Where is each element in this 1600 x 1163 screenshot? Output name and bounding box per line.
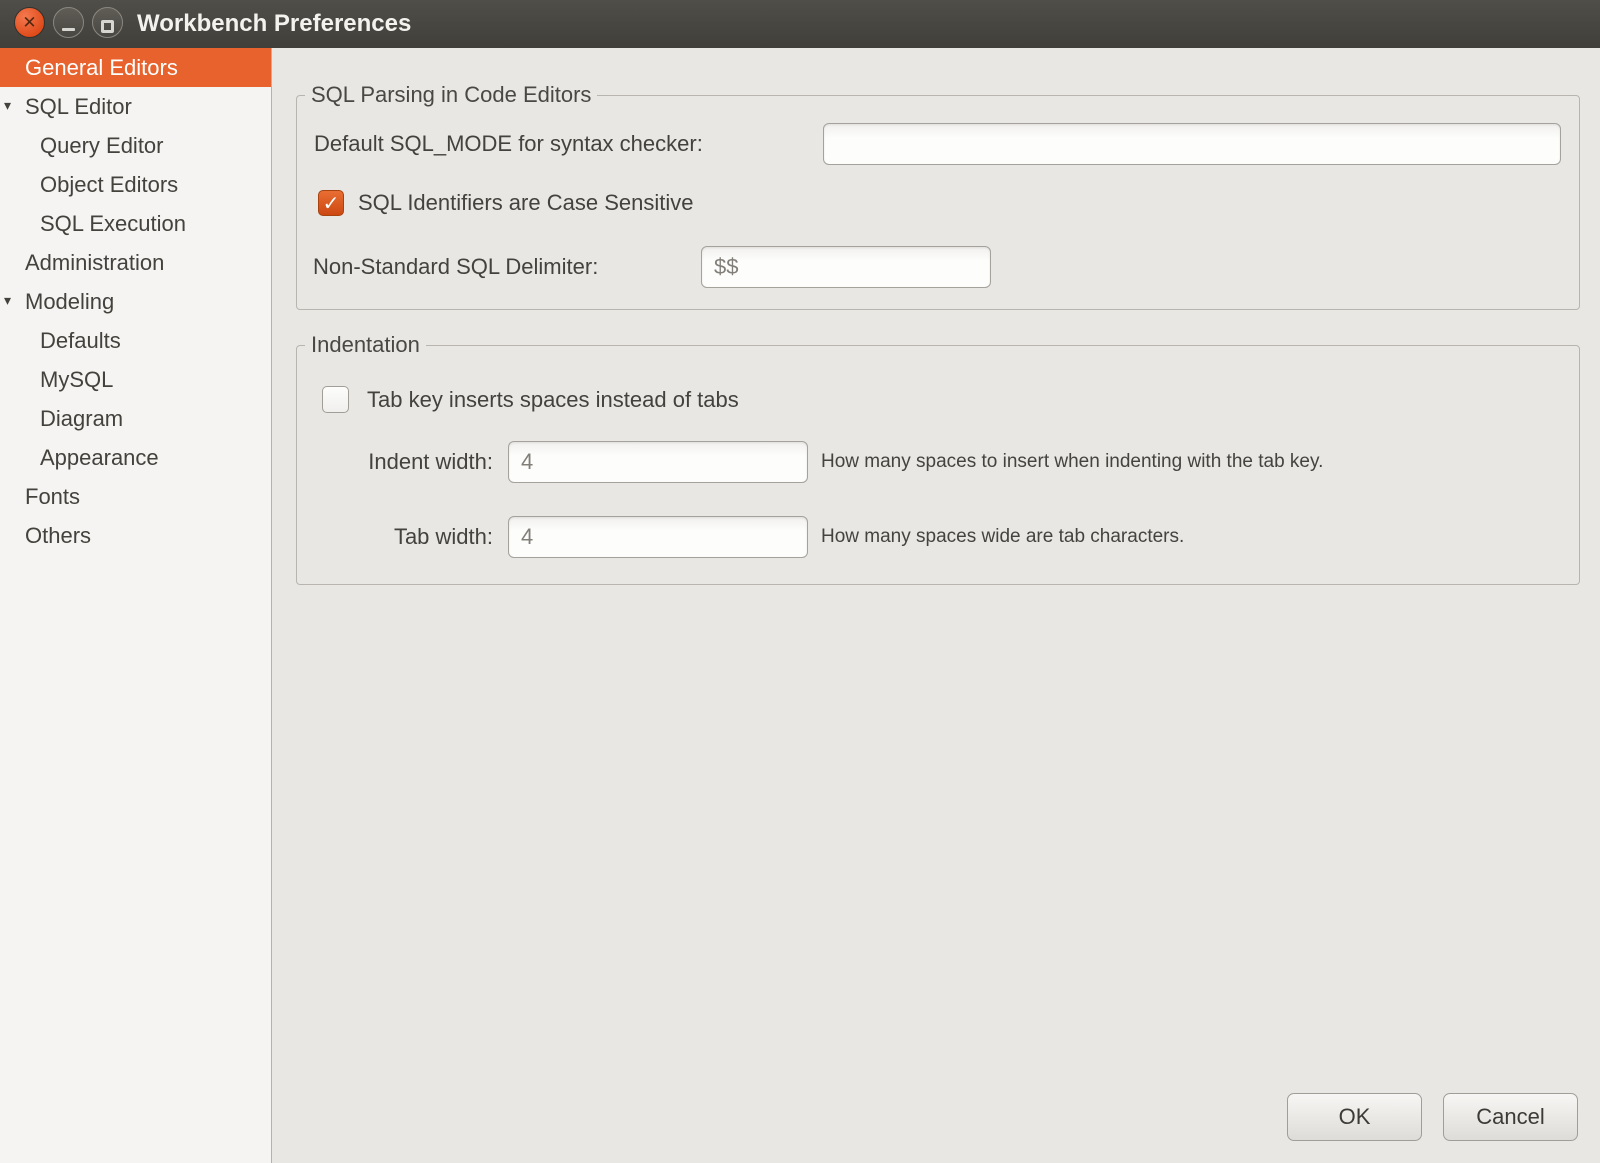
sidebar-item-label: Query Editor <box>0 126 271 165</box>
tab-spaces-checkbox[interactable]: ✓ <box>322 386 349 413</box>
sidebar-item-label: Administration <box>0 243 271 282</box>
case-sensitive-label: SQL Identifiers are Case Sensitive <box>358 190 693 216</box>
sql-parsing-group: SQL Parsing in Code Editors Default SQL_… <box>296 95 1580 310</box>
sidebar-item-mysql[interactable]: MySQL <box>0 360 271 399</box>
sidebar-item-diagram[interactable]: Diagram <box>0 399 271 438</box>
sidebar-item-sql-editor[interactable]: ▾SQL Editor <box>0 87 271 126</box>
sidebar-item-label: SQL Editor <box>0 87 271 126</box>
tab-width-help: How many spaces wide are tab characters. <box>821 516 1184 558</box>
sidebar-item-label: Others <box>0 516 271 555</box>
indent-width-help: How many spaces to insert when indenting… <box>821 441 1323 483</box>
tab-width-input[interactable] <box>508 516 808 558</box>
indent-width-input[interactable] <box>508 441 808 483</box>
sidebar-item-label: Diagram <box>0 399 271 438</box>
sidebar-item-modeling[interactable]: ▾Modeling <box>0 282 271 321</box>
sidebar-item-fonts[interactable]: Fonts <box>0 477 271 516</box>
main-panel: SQL Parsing in Code Editors Default SQL_… <box>273 48 1600 1163</box>
window-title: Workbench Preferences <box>137 0 411 48</box>
tab-width-label: Tab width: <box>314 516 493 558</box>
sidebar-item-label: Fonts <box>0 477 271 516</box>
cancel-button[interactable]: Cancel <box>1443 1093 1578 1141</box>
sidebar-item-label: General Editors <box>0 48 271 87</box>
titlebar: ✕ Workbench Preferences <box>0 0 1600 48</box>
indent-width-label: Indent width: <box>314 441 493 483</box>
sidebar-item-appearance[interactable]: Appearance <box>0 438 271 477</box>
preferences-window: ✕ Workbench Preferences General Editors▾… <box>0 0 1600 1163</box>
tab-spaces-label: Tab key inserts spaces instead of tabs <box>367 386 739 413</box>
sidebar-item-label: Object Editors <box>0 165 271 204</box>
sidebar-item-label: Defaults <box>0 321 271 360</box>
sidebar-item-label: MySQL <box>0 360 271 399</box>
sidebar-item-query-editor[interactable]: Query Editor <box>0 126 271 165</box>
sidebar-item-others[interactable]: Others <box>0 516 271 555</box>
checkmark-icon: ✓ <box>319 191 343 215</box>
sql-mode-input[interactable] <box>823 123 1561 165</box>
indentation-group-title: Indentation <box>305 331 426 359</box>
minimize-glyph <box>62 28 75 31</box>
maximize-glyph <box>101 20 114 33</box>
delimiter-label: Non-Standard SQL Delimiter: <box>313 246 598 288</box>
close-icon[interactable]: ✕ <box>14 7 45 38</box>
maximize-icon[interactable] <box>92 7 123 38</box>
sidebar-item-label: Appearance <box>0 438 271 477</box>
sidebar-item-label: SQL Execution <box>0 204 271 243</box>
collapse-arrow-icon[interactable]: ▾ <box>4 87 11 126</box>
sidebar-item-defaults[interactable]: Defaults <box>0 321 271 360</box>
sidebar-tree: General Editors▾SQL EditorQuery EditorOb… <box>0 48 272 1163</box>
case-sensitive-checkbox[interactable]: ✓ <box>318 190 344 216</box>
sidebar-item-object-editors[interactable]: Object Editors <box>0 165 271 204</box>
sidebar-item-administration[interactable]: Administration <box>0 243 271 282</box>
sidebar-item-sql-execution[interactable]: SQL Execution <box>0 204 271 243</box>
indentation-group: Indentation ✓ Tab key inserts spaces ins… <box>296 345 1580 585</box>
ok-button[interactable]: OK <box>1287 1093 1422 1141</box>
delimiter-input[interactable] <box>701 246 991 288</box>
sidebar-item-label: Modeling <box>0 282 271 321</box>
minimize-icon[interactable] <box>53 7 84 38</box>
sidebar-item-general-editors[interactable]: General Editors <box>0 48 271 87</box>
collapse-arrow-icon[interactable]: ▾ <box>4 282 11 321</box>
sql-mode-label: Default SQL_MODE for syntax checker: <box>314 123 703 165</box>
sql-parsing-group-title: SQL Parsing in Code Editors <box>305 81 597 109</box>
